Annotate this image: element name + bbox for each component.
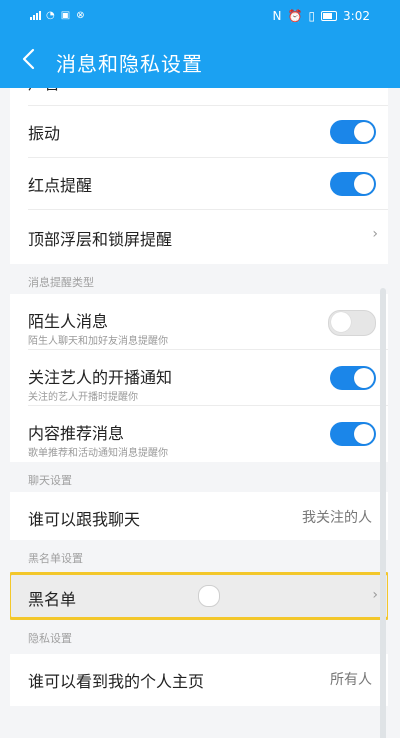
setting-label: 黑名单 [28, 590, 77, 609]
data-icon: ▣ [60, 10, 71, 21]
toggle-knob [354, 424, 374, 444]
setting-value: 所有人 [330, 672, 372, 688]
section-title: 消息提醒类型 [28, 276, 94, 289]
setting-row-red-dot[interactable]: 红点提醒 [10, 158, 388, 210]
section-title: 黑名单设置 [28, 552, 83, 565]
nfc-icon: N [272, 9, 282, 23]
recommend-toggle[interactable] [330, 422, 376, 446]
status-right: N ⏰ ▯ 3:02 [273, 9, 371, 23]
status-bar: ◔ ▣ ⊗ N ⏰ ▯ 3:02 [0, 0, 400, 34]
toggle-knob [331, 312, 351, 332]
setting-label: 关注艺人的开播通知 [28, 368, 173, 387]
section-title: 隐私设置 [28, 632, 72, 645]
setting-row-strangers[interactable]: 陌生人消息 陌生人聊天和加好友消息提醒你 [10, 294, 388, 350]
setting-label: 红点提醒 [28, 176, 93, 195]
battery-icon [321, 11, 338, 21]
setting-row-overlay-lock[interactable]: 顶部浮层和锁屏提醒 › [10, 210, 388, 264]
setting-label: 陌生人消息 [28, 312, 109, 331]
setting-label: 内容推荐消息 [28, 424, 125, 443]
setting-description: 歌单推荐和活动通知消息提醒你 [28, 448, 168, 459]
section-header-msg-types: 消息提醒类型 [10, 264, 388, 294]
setting-label: 振动 [28, 124, 61, 143]
blocked-icon: ⊗ [76, 10, 85, 21]
settings-list: 声音 振动 红点提醒 顶部浮层和锁屏提醒 › 消息提醒类型 陌生人消息 陌生人聊… [10, 88, 388, 738]
status-left: ◔ ▣ ⊗ [30, 10, 85, 21]
setting-description: 关注的艺人开播时提醒你 [28, 392, 138, 403]
wifi-icon: ◔ [46, 10, 55, 21]
red-dot-toggle[interactable] [330, 172, 376, 196]
section-header-chat: 聊天设置 [10, 462, 388, 492]
back-arrow-icon [22, 48, 35, 70]
setting-description: 陌生人聊天和加好友消息提醒你 [28, 336, 168, 347]
status-time: 3:02 [343, 9, 370, 23]
toggle-knob [354, 174, 374, 194]
alarm-icon: ⏰ [287, 9, 303, 23]
page-title: 消息和隐私设置 [56, 52, 203, 76]
setting-label: 谁可以看到我的个人主页 [28, 672, 205, 691]
setting-row-privacy[interactable]: 谁可以看到我的个人主页 所有人 [10, 654, 388, 706]
tap-indicator [198, 585, 220, 607]
setting-row-recommend[interactable]: 内容推荐消息 歌单推荐和活动通知消息提醒你 [10, 406, 388, 462]
chevron-right-icon: › [372, 587, 378, 603]
section-header-privacy: 隐私设置 [10, 620, 388, 654]
artist-live-toggle[interactable] [330, 366, 376, 390]
setting-value: 我关注的人 [302, 510, 372, 526]
scrollbar[interactable] [380, 288, 386, 738]
setting-row-chat[interactable]: 谁可以跟我聊天 我关注的人 [10, 492, 388, 540]
app-header: 消息和隐私设置 [0, 34, 400, 88]
chevron-right-icon: › [372, 226, 378, 242]
setting-row-vibrate[interactable]: 振动 [10, 106, 388, 158]
setting-label: 顶部浮层和锁屏提醒 [28, 230, 173, 249]
back-button[interactable] [18, 47, 42, 71]
vibrate-icon: ▯ [308, 9, 316, 23]
signal-icon [30, 11, 41, 20]
setting-label: 谁可以跟我聊天 [28, 510, 141, 529]
phone-screen: ◔ ▣ ⊗ N ⏰ ▯ 3:02 消息和隐私设置 声音 振动 [0, 0, 400, 738]
setting-row-sound[interactable]: 声音 [10, 88, 388, 106]
vibrate-toggle[interactable] [330, 120, 376, 144]
toggle-knob [354, 368, 374, 388]
setting-label: 声音 [28, 88, 60, 94]
section-title: 聊天设置 [28, 474, 72, 487]
setting-row-artist-live[interactable]: 关注艺人的开播通知 关注的艺人开播时提醒你 [10, 350, 388, 406]
section-header-blacklist: 黑名单设置 [10, 540, 388, 572]
toggle-knob [354, 122, 374, 142]
strangers-toggle[interactable] [328, 310, 376, 336]
